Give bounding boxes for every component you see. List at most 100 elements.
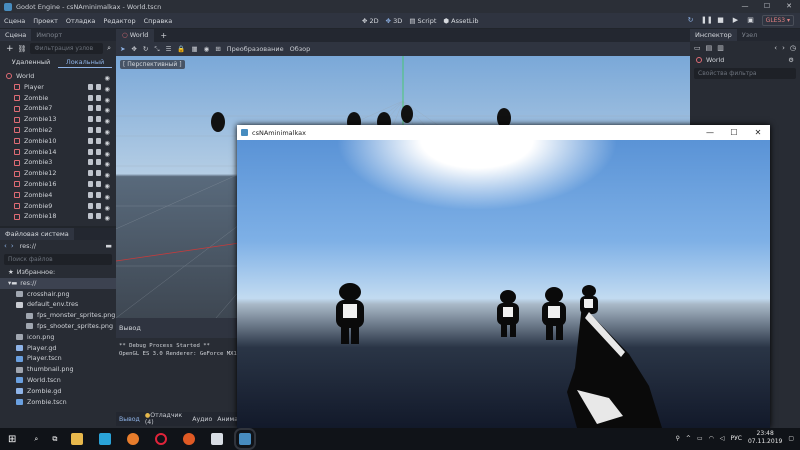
clock[interactable]: 23:48 07.11.2019 <box>748 430 782 446</box>
wifi-icon[interactable]: ◠ <box>709 435 714 442</box>
script-icon[interactable] <box>88 126 94 133</box>
remote-toggle[interactable]: Удаленный <box>4 56 58 68</box>
scene-instance-icon[interactable] <box>96 148 102 155</box>
move-tool-icon[interactable]: ✥ <box>131 45 136 53</box>
scene-instance-icon[interactable] <box>96 126 102 133</box>
tree-item-zombie18[interactable]: Zombie18 ◉ <box>0 211 116 222</box>
blender-icon[interactable] <box>127 433 140 445</box>
script-icon[interactable] <box>88 116 94 123</box>
perspective-menu[interactable]: [ Перспективный ] <box>120 60 185 69</box>
scene-instance-icon[interactable] <box>96 213 102 220</box>
tree-item-zombie7[interactable]: Zombie7 ◉ <box>0 103 116 114</box>
add-node-icon[interactable]: + <box>6 44 14 54</box>
scene-instance-icon[interactable] <box>96 137 102 144</box>
tree-item-world[interactable]: World ◉ <box>0 71 116 82</box>
local-toggle[interactable]: Локальный <box>58 56 112 68</box>
language-indicator[interactable]: РУС <box>731 435 742 442</box>
file-item[interactable]: fps_shooter_sprites.png <box>0 321 116 332</box>
path-field[interactable]: res:// <box>20 242 106 250</box>
tab-world-scene[interactable]: ○ World <box>116 29 155 42</box>
view-menu[interactable]: Обзор <box>290 45 311 53</box>
object-settings-icon[interactable]: ⚙ <box>788 55 794 66</box>
scene-instance-icon[interactable] <box>96 159 102 166</box>
game-maximize-button[interactable]: ☐ <box>722 125 746 140</box>
search-icon[interactable]: ⌕ <box>107 44 111 53</box>
file-item[interactable]: Player.gd <box>0 343 116 354</box>
minimize-button[interactable]: — <box>734 0 756 13</box>
photos-icon[interactable] <box>211 433 224 445</box>
forward-icon[interactable]: › <box>11 242 14 250</box>
play-icon[interactable]: ↻ <box>686 15 695 25</box>
close-button[interactable]: ✕ <box>778 0 800 13</box>
local-space-icon[interactable]: ◉ <box>204 45 210 53</box>
scene-instance-icon[interactable] <box>96 180 102 187</box>
tree-item-zombie10[interactable]: Zombie10 ◉ <box>0 136 116 147</box>
output-text[interactable]: ** Debug Process Started ** OpenGL ES 3.… <box>116 338 238 362</box>
notifications-icon[interactable]: ▢ <box>788 435 794 442</box>
game-window[interactable]: csNAminimalkax — ☐ ✕ <box>237 125 770 428</box>
script-icon[interactable] <box>88 159 94 166</box>
file-item[interactable]: thumbnail.png <box>0 364 116 375</box>
tab-output[interactable]: Вывод <box>119 416 140 423</box>
app-icon[interactable] <box>99 433 112 445</box>
show-hidden-icons-icon[interactable]: ^ <box>686 435 691 442</box>
pause-icon[interactable]: ❚❚ <box>701 15 713 25</box>
tab-node[interactable]: Узел <box>737 29 763 41</box>
tab-audio[interactable]: Аудио <box>192 416 212 423</box>
game-window-titlebar[interactable]: csNAminimalkax — ☐ ✕ <box>237 125 770 140</box>
tree-item-zombie12[interactable]: Zombie12 ◉ <box>0 168 116 179</box>
scene-instance-icon[interactable] <box>96 191 102 198</box>
transform-menu[interactable]: Преобразование <box>227 45 284 53</box>
file-item[interactable]: fps_monster_sprites.png <box>0 310 116 321</box>
add-scene-tab-button[interactable]: + <box>154 29 173 42</box>
scene-instance-icon[interactable] <box>96 202 102 209</box>
rotate-tool-icon[interactable]: ↻ <box>143 45 148 53</box>
back-icon[interactable]: ‹ <box>4 242 7 250</box>
menu-debug[interactable]: Отладка <box>62 17 99 25</box>
link-icon[interactable]: ⛓ <box>18 45 27 53</box>
tree-item-zombie16[interactable]: Zombie16 ◉ <box>0 179 116 190</box>
workspace-assetlib[interactable]: ⬢ AssetLib <box>443 17 478 25</box>
play-scene-icon[interactable]: ▶ <box>731 15 740 25</box>
list-tool-icon[interactable]: ☰ <box>166 45 172 53</box>
script-icon[interactable] <box>88 180 94 187</box>
script-icon[interactable] <box>88 191 94 198</box>
property-filter-input[interactable]: Свойства фильтра <box>694 67 796 79</box>
renderer-select[interactable]: GLES3 ▾ <box>761 15 794 26</box>
save-resource-icon[interactable]: ▥ <box>717 44 724 52</box>
script-icon[interactable] <box>88 170 94 177</box>
root-folder-item[interactable]: ▾▬ res:// <box>0 277 116 289</box>
stop-icon[interactable]: ■ <box>716 15 725 25</box>
firefox-icon[interactable] <box>183 433 196 445</box>
file-item[interactable]: default_env.tres <box>0 299 116 310</box>
menu-help[interactable]: Справка <box>140 17 177 25</box>
file-item[interactable]: icon.png <box>0 332 116 343</box>
volume-icon[interactable]: ◁ <box>720 435 725 442</box>
game-close-button[interactable]: ✕ <box>746 125 770 140</box>
tree-item-zombie4[interactable]: Zombie4 ◉ <box>0 190 116 201</box>
opera-icon[interactable] <box>155 433 168 445</box>
play-custom-icon[interactable]: ▣ <box>746 15 755 25</box>
workspace-3d[interactable]: ✥ 3D <box>386 17 403 25</box>
history-back-icon[interactable]: ‹ <box>774 44 777 52</box>
scene-instance-icon[interactable] <box>96 94 102 101</box>
tree-item-zombie14[interactable]: Zombie14 ◉ <box>0 147 116 158</box>
tree-item-zombie[interactable]: Zombie ◉ <box>0 93 116 104</box>
script-icon[interactable] <box>88 94 94 101</box>
script-icon[interactable] <box>88 202 94 209</box>
search-taskbar-icon[interactable]: ⌕ <box>34 435 38 444</box>
workspace-script[interactable]: ▤ Script <box>409 17 436 25</box>
game-scene[interactable] <box>237 140 770 428</box>
load-resource-icon[interactable]: ▤ <box>706 44 713 52</box>
node-filter-input[interactable]: Фильтрация узлов <box>30 43 104 54</box>
snap-icon[interactable]: ⊞ <box>215 45 220 53</box>
tree-item-zombie2[interactable]: Zombie2 ◉ <box>0 125 116 136</box>
tree-item-zombie9[interactable]: Zombie9 ◉ <box>0 201 116 212</box>
workspace-2d[interactable]: ✥ 2D <box>362 17 379 25</box>
select-tool-icon[interactable]: ➤ <box>120 45 125 53</box>
history-icon[interactable]: ◷ <box>790 44 796 52</box>
file-item[interactable]: Player.tscn <box>0 353 116 364</box>
script-icon[interactable] <box>88 137 94 144</box>
menu-project[interactable]: Проект <box>29 17 62 25</box>
tree-item-zombie13[interactable]: Zombie13 ◉ <box>0 114 116 125</box>
